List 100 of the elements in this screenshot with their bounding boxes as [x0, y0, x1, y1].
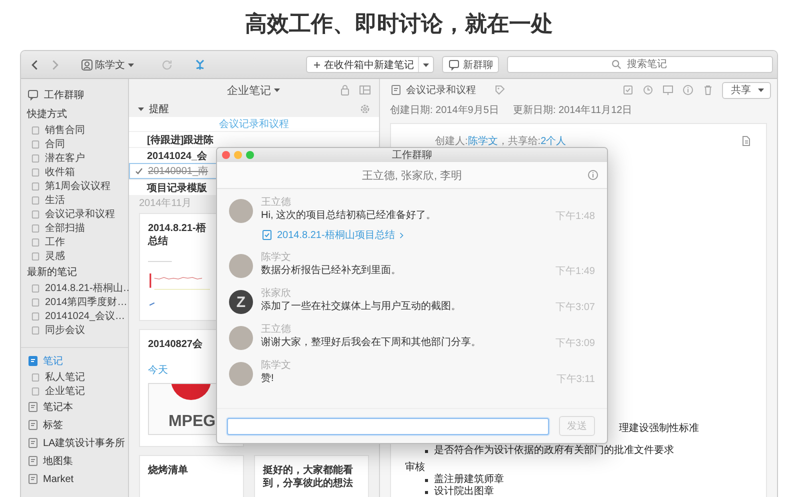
sidebar-item[interactable]: 会议记录和议程	[21, 207, 128, 221]
avatar-photo-placeholder	[229, 199, 253, 223]
bullet-icon	[425, 450, 428, 452]
message-time: 下午3:07	[556, 301, 595, 314]
sidebar-item[interactable]: 销售合同	[21, 123, 128, 137]
chat-icon	[448, 58, 460, 70]
sidebar-item[interactable]: 潜在客户	[21, 151, 128, 165]
note-title: 烧烤清单	[148, 464, 189, 477]
note-card[interactable]: 烧烤清单	[139, 455, 244, 497]
sidebar-item[interactable]: 20141024_会议…	[21, 309, 128, 323]
info-icon[interactable]	[587, 169, 599, 181]
sidebar-item[interactable]: 全部扫描	[21, 221, 128, 235]
note-text: 理建设强制性标准	[619, 423, 699, 435]
note-bullet: 是否符合作为设计依据的政府有关部门的批准文件要求	[434, 445, 674, 457]
search-icon	[611, 59, 622, 70]
sidebar-item[interactable]: 灵感	[21, 249, 128, 263]
search-field[interactable]: 搜索笔记	[507, 56, 773, 73]
share-button[interactable]: 共享	[722, 82, 771, 98]
sidebar-item[interactable]: LA建筑设计事务所	[21, 434, 128, 452]
new-note-label[interactable]: 在收件箱中新建笔记	[324, 58, 418, 72]
message-text: Hi, 这次的项目总结初稿已经准备好了。	[261, 209, 437, 222]
sender-name: 王立德	[261, 324, 292, 336]
notebook-icon	[27, 437, 39, 449]
tag-icon[interactable]	[494, 84, 506, 96]
caret-icon[interactable]	[422, 60, 430, 68]
presentation-icon[interactable]	[662, 84, 674, 96]
notebook-icon	[27, 401, 39, 413]
share-info: 创建人:陈学文，共享给:2个人	[435, 134, 566, 148]
updated-date: 更新日期: 2014年11月12日	[512, 104, 632, 117]
note-title: 20140827会	[148, 338, 204, 351]
new-chat-button[interactable]: 新群聊	[442, 56, 499, 73]
note-icon	[261, 229, 273, 241]
note-title: 2014.8.21-梧 总结	[148, 222, 207, 248]
trash-icon[interactable]	[702, 84, 714, 96]
plus-icon	[313, 60, 321, 68]
section-title: 快捷方式	[26, 108, 68, 122]
zoom-icon[interactable]	[246, 151, 254, 159]
note-heading: 审核	[405, 462, 426, 474]
minimize-icon[interactable]	[234, 151, 242, 159]
chat-icon	[27, 89, 39, 101]
info-icon[interactable]	[682, 84, 694, 96]
alarm-icon[interactable]	[622, 84, 634, 96]
section-title: 最新的笔记	[26, 266, 78, 280]
clock-icon[interactable]	[642, 84, 654, 96]
note-card[interactable]: 挺好的，大家都能看 到，分享彼此的想法	[254, 455, 369, 497]
sidebar-item[interactable]: 合同	[21, 137, 128, 151]
note-bullet: 盖注册建筑师章	[434, 474, 504, 486]
notebook-icon	[27, 419, 39, 431]
message-text: 赞!	[261, 372, 275, 385]
layout-icon[interactable]	[359, 84, 371, 96]
reminder-item[interactable]: [待跟进]跟进陈	[129, 131, 379, 147]
sidebar-item[interactable]: 第1周会议议程	[21, 179, 128, 193]
new-note-button[interactable]: 在收件箱中新建笔记	[306, 56, 434, 73]
notebook-selector[interactable]: 会议记录和议程	[406, 83, 476, 97]
notebook-icon	[27, 355, 39, 367]
sidebar-item[interactable]: 收件箱	[21, 165, 128, 179]
caret-icon[interactable]	[757, 86, 765, 94]
message-time: 下午3:09	[556, 337, 595, 350]
sender-name: 陈学文	[261, 360, 292, 372]
settings-icon[interactable]	[359, 103, 371, 115]
sidebar-item[interactable]: 工作	[21, 235, 128, 249]
logo-icon[interactable]	[193, 58, 207, 72]
account-icon	[81, 58, 93, 70]
sidebar-item[interactable]: 笔记本	[21, 398, 128, 416]
sidebar-item[interactable]: 企业笔记	[21, 384, 128, 398]
notebook-icon	[27, 455, 39, 467]
close-icon[interactable]	[222, 151, 230, 159]
month-label: 2014年11月	[138, 197, 192, 211]
caret-icon	[127, 60, 135, 68]
lock-icon[interactable]	[339, 84, 351, 96]
window-title: 工作群聊	[392, 149, 432, 162]
account-button[interactable]: 陈学文	[77, 58, 139, 72]
check-icon	[134, 166, 144, 176]
sidebar-item[interactable]: 标签	[21, 416, 128, 434]
message-text: 添加了一些在社交媒体上与用户互动的截图。	[261, 300, 462, 313]
document-icon[interactable]	[740, 135, 752, 147]
sidebar-item[interactable]: 2014第四季度财…	[21, 295, 128, 309]
sidebar-item[interactable]: 私人笔记	[21, 370, 128, 384]
caret-icon	[273, 86, 281, 94]
sidebar-item[interactable]: 生活	[21, 193, 128, 207]
bullet-icon	[425, 478, 428, 482]
sidebar-item[interactable]: 地图集	[21, 452, 128, 470]
expand-toggle-icon[interactable]	[137, 105, 145, 113]
participants: 王立德, 张家欣, 李明	[362, 168, 462, 182]
message-text: 谢谢大家，整理好后我会在下周和其他部门分享。	[261, 336, 482, 349]
message-input[interactable]	[227, 418, 549, 434]
message-text: 数据分析报告已经补充到里面。	[261, 264, 402, 277]
sidebar-item[interactable]: 工作群聊	[21, 85, 128, 105]
note-snippet: 今天	[148, 364, 169, 377]
notebook-icon	[27, 473, 39, 485]
message-time: 下午1:49	[556, 265, 595, 278]
reminders-title: 提醒	[149, 103, 169, 116]
chevron-icon[interactable]	[398, 232, 404, 238]
avatar-photo-placeholder	[229, 362, 253, 386]
note-title: 挺好的，大家都能看 到，分享彼此的想法	[263, 464, 354, 490]
sync-icon[interactable]	[161, 58, 173, 70]
sidebar-item[interactable]: Market	[21, 470, 128, 488]
sidebar-item[interactable]: 同步会议	[21, 323, 128, 337]
notebook-title[interactable]: 企业笔记	[227, 82, 281, 98]
headline: 高效工作、即时讨论，就在一处	[244, 10, 554, 38]
